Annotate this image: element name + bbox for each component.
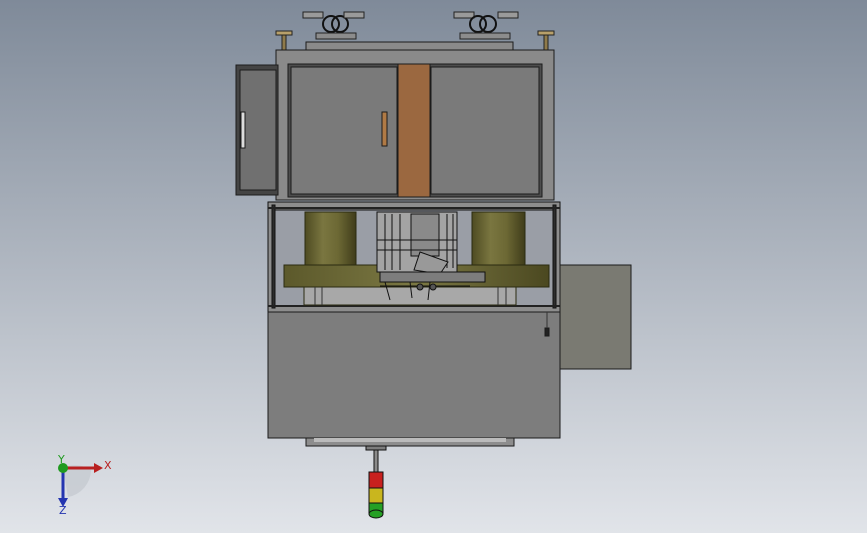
side-panel-box [559, 264, 632, 370]
olive-cylinder-left [304, 211, 357, 266]
tower-light-yellow [368, 487, 384, 504]
door-handle [381, 111, 388, 147]
z-axis-label: Z [59, 504, 67, 517]
y-axis-label: Y [57, 453, 65, 466]
x-axis-label: X [104, 459, 112, 472]
lower-cabinet [267, 311, 561, 447]
cad-viewport[interactable]: X Z Y [0, 0, 867, 533]
right-door [430, 66, 540, 195]
left-door [290, 66, 398, 195]
tower-light-red [368, 471, 384, 489]
wood-panel [397, 63, 431, 198]
upper-cabinet [235, 41, 555, 201]
olive-cylinder-right [471, 211, 526, 266]
